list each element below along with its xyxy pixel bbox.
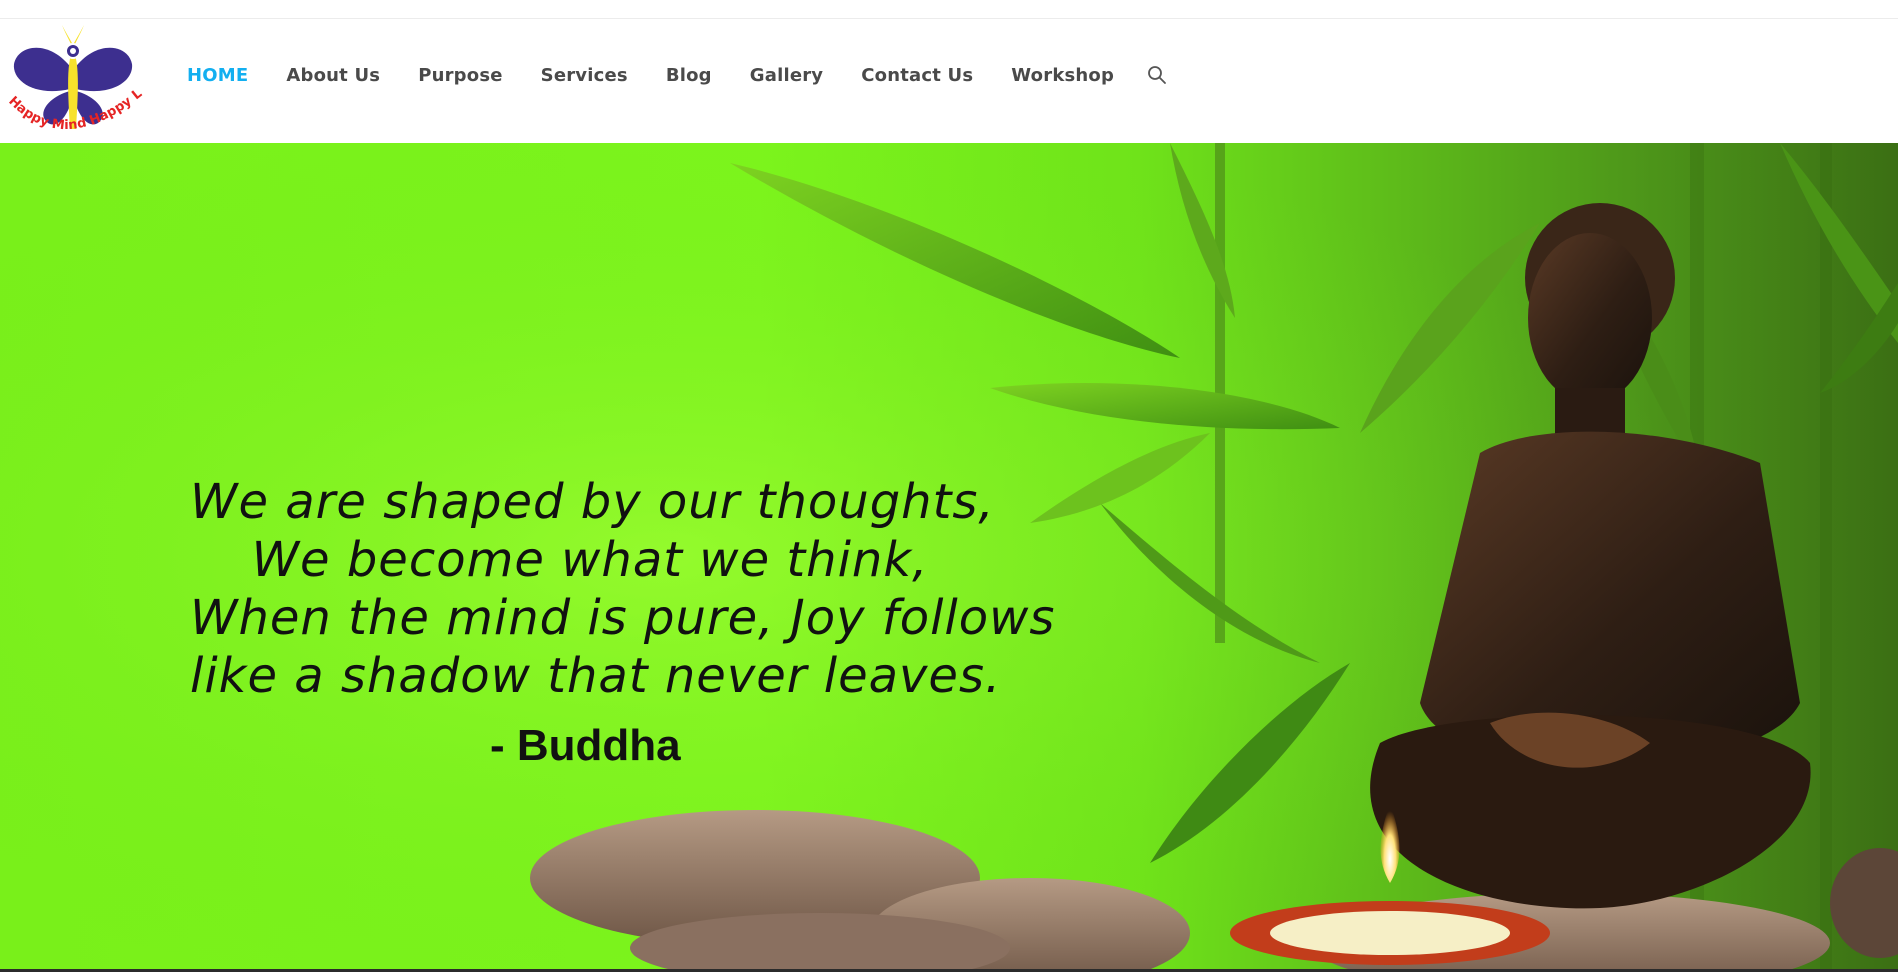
nav-item-services[interactable]: Services (522, 65, 647, 86)
search-icon (1148, 66, 1166, 84)
quote-line: like a shadow that never leaves. (190, 648, 1002, 704)
nav-item-home[interactable]: HOME (168, 65, 267, 86)
nav-item-gallery[interactable]: Gallery (731, 65, 842, 86)
nav-item-workshop[interactable]: Workshop (992, 65, 1133, 86)
quote-line: When the mind is pure, Joy follows (190, 590, 1056, 646)
main-nav: HOME About Us Purpose Services Blog Gall… (168, 19, 1181, 131)
butterfly-logo-icon: Happy Mind Happy Life (0, 19, 145, 133)
quote-author: - Buddha (490, 721, 681, 770)
site-header: Happy Mind Happy Life HOME About Us Purp… (0, 19, 1898, 143)
search-button[interactable] (1133, 65, 1181, 85)
nav-item-blog[interactable]: Blog (647, 65, 731, 86)
top-strip (0, 0, 1898, 19)
site-logo[interactable]: Happy Mind Happy Life (0, 19, 145, 143)
nav-item-contact-us[interactable]: Contact Us (842, 65, 992, 86)
quote-line: We become what we think, (251, 532, 929, 588)
nav-item-purpose[interactable]: Purpose (399, 65, 521, 86)
hero-banner: We are shaped by our thoughts, We become… (0, 143, 1898, 969)
nav-item-about-us[interactable]: About Us (267, 65, 399, 86)
quote-line: We are shaped by our thoughts, (190, 474, 995, 530)
hero-quote: We are shaped by our thoughts, We become… (190, 473, 1056, 705)
